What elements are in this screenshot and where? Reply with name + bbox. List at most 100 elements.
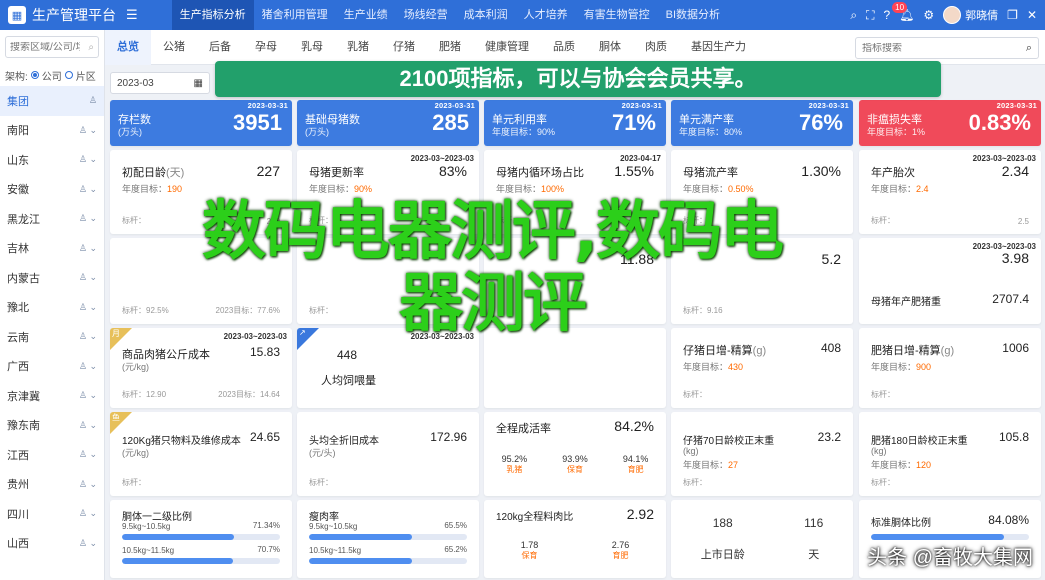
sidebar-item-actions[interactable]: ♙ ⌄: [79, 361, 97, 372]
sidebar-item[interactable]: 黑龙江 ♙ ⌄: [0, 204, 104, 234]
sub-tab[interactable]: 肥猪: [427, 30, 473, 65]
kpi-card[interactable]: 2023-03-31 存栏数 (万头) 3951: [110, 100, 292, 146]
metric-card[interactable]: 鱼 120Kg猪只物料及维修成本 (元/kg) 24.65 标杆：: [110, 412, 292, 496]
sub-tab[interactable]: 胴体: [587, 30, 633, 65]
close-icon[interactable]: ✕: [1027, 8, 1037, 22]
search-icon[interactable]: ⌕: [850, 8, 857, 23]
settings-icon[interactable]: ⚙: [923, 8, 934, 22]
sidebar-item[interactable]: 南阳 ♙ ⌄: [0, 116, 104, 146]
radio-field[interactable]: [64, 71, 73, 79]
metric-card[interactable]: [484, 328, 666, 408]
metric-card[interactable]: 120kg全程料肉比 2.92 1.78 保育 2.76 育肥: [484, 500, 666, 578]
sub-tab[interactable]: 后备: [197, 30, 243, 65]
sidebar-item[interactable]: 贵州 ♙ ⌄: [0, 470, 104, 500]
bell-icon[interactable]: 🔔︎ 10: [892, 2, 914, 22]
metric-card[interactable]: 2023-03~2023-03 3.98 母猪年产肥猪重 2707.4: [859, 238, 1041, 324]
sidebar-item-actions[interactable]: ♙ ⌄: [79, 154, 97, 165]
kpi-card[interactable]: 2023-03-31 单元满产率 年度目标：80% 76%: [671, 100, 853, 146]
nav-tab-7[interactable]: BI数据分析: [658, 0, 728, 30]
metric-card[interactable]: 仔猪日增-精算(g) 408 年度目标：430 标杆：: [671, 328, 853, 408]
sidebar-item[interactable]: 安徽 ♙ ⌄: [0, 175, 104, 205]
sidebar-item-actions[interactable]: ♙ ⌄: [79, 331, 97, 342]
fullscreen-icon[interactable]: ⛶: [866, 8, 874, 23]
sub-tab[interactable]: 基因生产力: [679, 30, 758, 65]
metric-card[interactable]: 标杆：: [297, 238, 479, 324]
radio-company[interactable]: [30, 71, 39, 79]
sidebar-item[interactable]: 山西 ♙ ⌄: [0, 529, 104, 559]
metric-card[interactable]: 11.88: [484, 238, 666, 324]
sidebar-item[interactable]: 云南 ♙ ⌄: [0, 322, 104, 352]
sidebar-item-actions[interactable]: ♙ ⌄: [79, 243, 97, 254]
sidebar-item[interactable]: 四川 ♙ ⌄: [0, 499, 104, 529]
sidebar-item-actions[interactable]: ♙ ⌄: [79, 479, 97, 490]
sub-tab[interactable]: 品质: [541, 30, 587, 65]
metric-card[interactable]: 母猪流产率 1.30% 年度目标：0.50% 标杆：: [671, 150, 853, 234]
sidebar-item[interactable]: 山东 ♙ ⌄: [0, 145, 104, 175]
sub-tab[interactable]: 乳母: [289, 30, 335, 65]
nav-tab-2[interactable]: 生产业绩: [336, 0, 396, 30]
sub-tab[interactable]: 公猪: [151, 30, 197, 65]
metric-card[interactable]: 头均全折旧成本 (元/头) 172.96 标杆：: [297, 412, 479, 496]
search-icon[interactable]: ⌕: [88, 42, 94, 53]
metric-card[interactable]: 初配日龄(天) 227 年度目标：190 标杆： 210: [110, 150, 292, 234]
sidebar-search[interactable]: ⌕: [5, 36, 99, 58]
sidebar-item-actions[interactable]: ♙ ⌄: [79, 125, 97, 136]
metric-card[interactable]: 月 2023-03~2023-03 商品肉猪公斤成本 (元/kg) 15.83 标杆：12…: [110, 328, 292, 408]
metric-card[interactable]: 全程成活率 84.2% 95.2% 乳猪 93.9% 保育 94.1% 育肥: [484, 412, 666, 496]
sidebar-search-input[interactable]: [10, 41, 80, 53]
sidebar-item-actions[interactable]: ♙ ⌄: [79, 390, 97, 401]
indicator-search[interactable]: ⌕: [855, 37, 1039, 59]
sidebar-item-actions[interactable]: ♙ ⌄: [79, 508, 97, 519]
metric-card[interactable]: ↗ 2023-03~2023-03 448 人均饲喂量: [297, 328, 479, 408]
sidebar-item[interactable]: 广西 ♙ ⌄: [0, 352, 104, 382]
metric-card[interactable]: 188 上市日龄 116 天: [671, 500, 853, 578]
window-restore-icon[interactable]: ❐: [1007, 8, 1018, 22]
search-icon[interactable]: ⌕: [1026, 42, 1032, 55]
sidebar-item[interactable]: 江西 ♙ ⌄: [0, 440, 104, 470]
sub-tab[interactable]: 肉质: [633, 30, 679, 65]
metric-card[interactable]: 仔猪70日龄校正末重 (kg) 23.2 年度目标：27 标杆：: [671, 412, 853, 496]
sidebar-item[interactable]: 内蒙古 ♙ ⌄: [0, 263, 104, 293]
help-icon[interactable]: ?: [883, 8, 890, 22]
date-select[interactable]: 2023-03 ▦: [110, 72, 210, 94]
sidebar-item[interactable]: 集团 ♙: [0, 86, 104, 116]
metric-card[interactable]: 标杆：92.5% 2023目标：77.6%: [110, 238, 292, 324]
nav-tab-3[interactable]: 场线经营: [396, 0, 456, 30]
metric-card[interactable]: 肥猪日增-精算(g) 1006 年度目标：900 标杆：: [859, 328, 1041, 408]
sidebar-item[interactable]: 豫北 ♙ ⌄: [0, 293, 104, 323]
sub-tab[interactable]: 总览: [105, 29, 151, 65]
nav-tab-6[interactable]: 有害生物管控: [576, 0, 658, 30]
indicator-search-input[interactable]: [862, 42, 1002, 54]
metric-card[interactable]: 2023-03~2023-03 年产胎次 2.34 年度目标：2.4 标杆： 2.5: [859, 150, 1041, 234]
metric-card[interactable]: 5.2 标杆：9.16: [671, 238, 853, 324]
sidebar-item-actions[interactable]: ♙ ⌄: [79, 420, 97, 431]
kpi-card[interactable]: 2023-03-31 基础母猪数 (万头) 285: [297, 100, 479, 146]
nav-tab-0[interactable]: 生产指标分析: [171, 0, 254, 30]
kpi-card[interactable]: 2023-03-31 非瘟损失率 年度目标：1% 0.83%: [859, 100, 1041, 146]
sidebar-item[interactable]: 京津冀 ♙ ⌄: [0, 381, 104, 411]
sidebar-item-actions[interactable]: ♙ ⌄: [79, 538, 97, 549]
sub-tab[interactable]: 健康管理: [473, 30, 541, 65]
sub-tab[interactable]: 乳猪: [335, 30, 381, 65]
sidebar-item-actions[interactable]: ♙ ⌄: [79, 272, 97, 283]
metric-card[interactable]: 瘦肉率 9.5kg~10.5kg 65.5% 10.5kg~11.5kg 65.2%: [297, 500, 479, 578]
metric-card[interactable]: 胴体一二级比例 9.5kg~10.5kg 71.34% 10.5kg~11.5kg 70…: [110, 500, 292, 578]
sidebar-item-actions[interactable]: ♙ ⌄: [79, 302, 97, 313]
sidebar-item[interactable]: 豫东南 ♙ ⌄: [0, 411, 104, 441]
metric-card[interactable]: 2023-04-17 母猪内循环场占比 1.55% 年度目标：100% 标杆：: [484, 150, 666, 234]
sub-tab[interactable]: 仔猪: [381, 30, 427, 65]
sidebar-item-actions[interactable]: ♙ ⌄: [79, 449, 97, 460]
sidebar-item-actions[interactable]: ♙ ⌄: [79, 184, 97, 195]
nav-tab-1[interactable]: 猪舍利用管理: [254, 0, 336, 30]
nav-tab-4[interactable]: 成本利润: [456, 0, 516, 30]
sidebar-item[interactable]: 吉林 ♙ ⌄: [0, 234, 104, 264]
kpi-card[interactable]: 2023-03-31 单元利用率 年度目标：90% 71%: [484, 100, 666, 146]
sidebar-item-actions[interactable]: ♙: [89, 95, 97, 106]
menu-toggle-icon[interactable]: ☰: [126, 7, 138, 23]
nav-tab-5[interactable]: 人才培养: [516, 0, 576, 30]
user-menu[interactable]: 郭晓倩: [943, 6, 998, 24]
sub-tab[interactable]: 孕母: [243, 30, 289, 65]
metric-card[interactable]: 2023-03~2023-03 母猪更新率 83% 年度目标：90% 标杆：: [297, 150, 479, 234]
metric-card[interactable]: 肥猪180日龄校正末重 (kg) 105.8 年度目标：120 标杆：: [859, 412, 1041, 496]
sidebar-item-actions[interactable]: ♙ ⌄: [79, 213, 97, 224]
